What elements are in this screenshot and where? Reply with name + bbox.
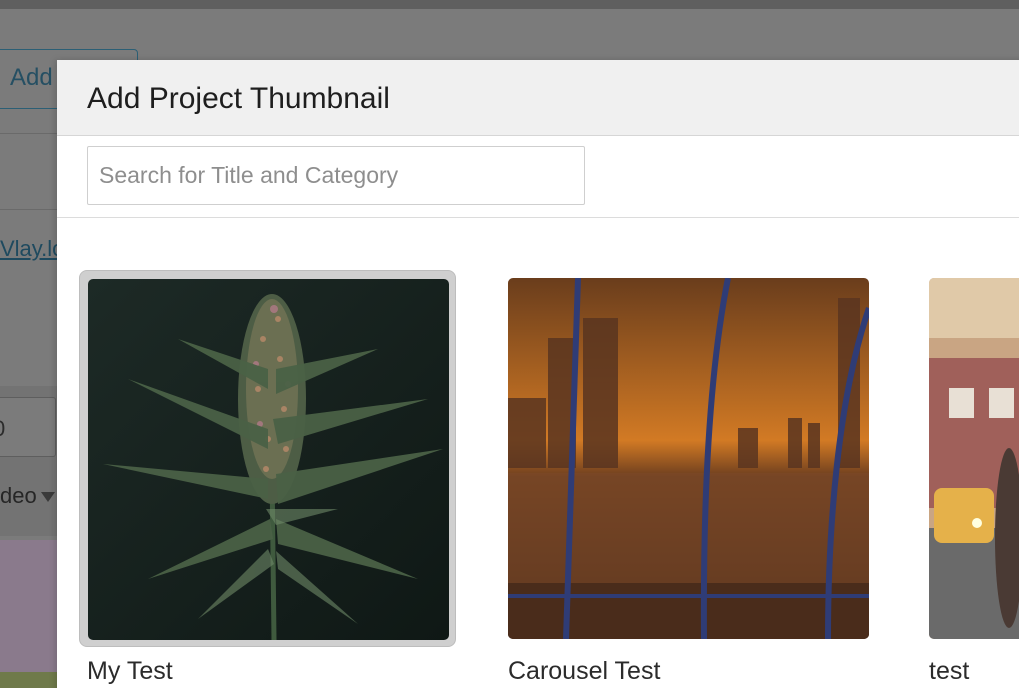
background-number-input: 0 xyxy=(0,397,56,457)
background-divider xyxy=(0,133,60,134)
background-divider xyxy=(0,209,60,210)
thumbnail-image-city-sunset[interactable] xyxy=(508,278,869,639)
search-bar xyxy=(57,136,1019,218)
thumbnail-card-test[interactable]: test xyxy=(921,270,1019,686)
thumbnail-image-street-scene[interactable] xyxy=(929,278,1019,639)
thumbnail-title: Carousel Test xyxy=(508,657,661,685)
background-image-preview xyxy=(0,540,60,688)
thumbnail-frame[interactable] xyxy=(500,270,877,647)
thumbnail-title: test xyxy=(929,657,970,685)
background-link: Vlay.lo xyxy=(0,236,65,261)
thumbnail-frame[interactable] xyxy=(79,270,456,647)
background-topbar xyxy=(0,0,1019,9)
thumbnail-frame[interactable] xyxy=(921,270,1019,647)
thumbnail-title: My Test xyxy=(87,657,173,685)
chevron-down-icon xyxy=(40,492,55,503)
thumbnail-image-cannabis-plant[interactable] xyxy=(88,279,449,640)
background-select: deo xyxy=(0,483,55,509)
thumbnail-grid: My Test Carousel Test test xyxy=(57,218,1019,688)
dialog-title: Add Project Thumbnail xyxy=(87,82,390,115)
app-root: Add Vlay.lo 0 deo Add Project Thumbnail xyxy=(0,0,1019,688)
thumbnail-card-my-test[interactable]: My Test xyxy=(79,270,456,686)
add-project-thumbnail-dialog: Add Project Thumbnail Search for Title a… xyxy=(57,60,1019,688)
background-select-value: deo xyxy=(0,483,37,508)
thumbnail-card-carousel-test[interactable]: Carousel Test xyxy=(500,270,877,686)
dialog-header: Add Project Thumbnail xyxy=(57,60,1019,136)
background-image-preview-strip xyxy=(0,672,60,688)
search-input[interactable] xyxy=(87,146,585,205)
